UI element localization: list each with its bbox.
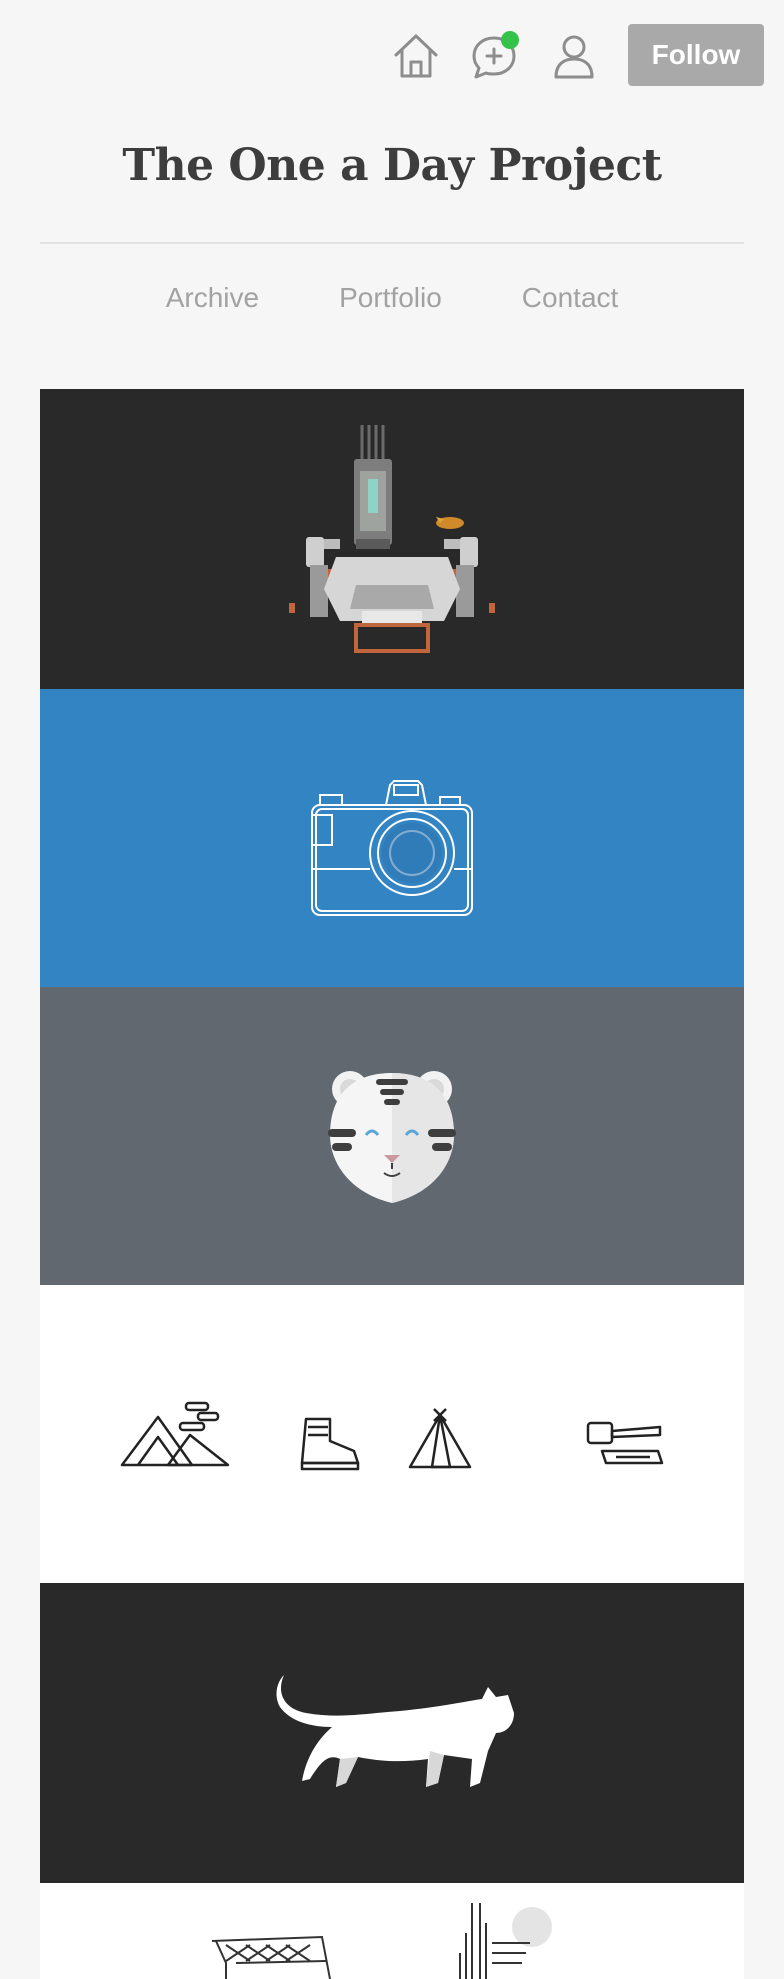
follow-button[interactable]: Follow xyxy=(628,24,764,86)
notification-dot xyxy=(501,31,519,49)
user-icon[interactable] xyxy=(546,28,602,84)
header-divider xyxy=(40,242,744,244)
post-buildings[interactable] xyxy=(40,1883,744,1979)
robot-illustration xyxy=(289,425,495,653)
top-bar: Follow xyxy=(0,0,784,110)
blog-nav: Archive Portfolio Contact xyxy=(0,282,784,314)
post-camping-icons[interactable] xyxy=(40,1285,744,1583)
nav-contact-link[interactable]: Contact xyxy=(522,282,619,314)
camping-icons-illustration xyxy=(120,1401,664,1471)
nav-archive-link[interactable]: Archive xyxy=(166,282,259,314)
nav-portfolio-link[interactable]: Portfolio xyxy=(339,282,442,314)
buildings-illustration xyxy=(211,1903,552,1979)
post-robot[interactable] xyxy=(40,389,744,689)
blog-title[interactable]: The One a Day Project xyxy=(0,140,784,191)
post-tiger[interactable] xyxy=(40,987,744,1285)
camera-illustration xyxy=(311,780,473,916)
cat-illustration xyxy=(276,1675,514,1787)
tiger-illustration xyxy=(328,1071,456,1203)
home-icon[interactable] xyxy=(388,28,444,84)
chat-add-icon[interactable] xyxy=(466,28,522,84)
post-cat[interactable] xyxy=(40,1583,744,1883)
post-camera[interactable] xyxy=(40,689,744,987)
